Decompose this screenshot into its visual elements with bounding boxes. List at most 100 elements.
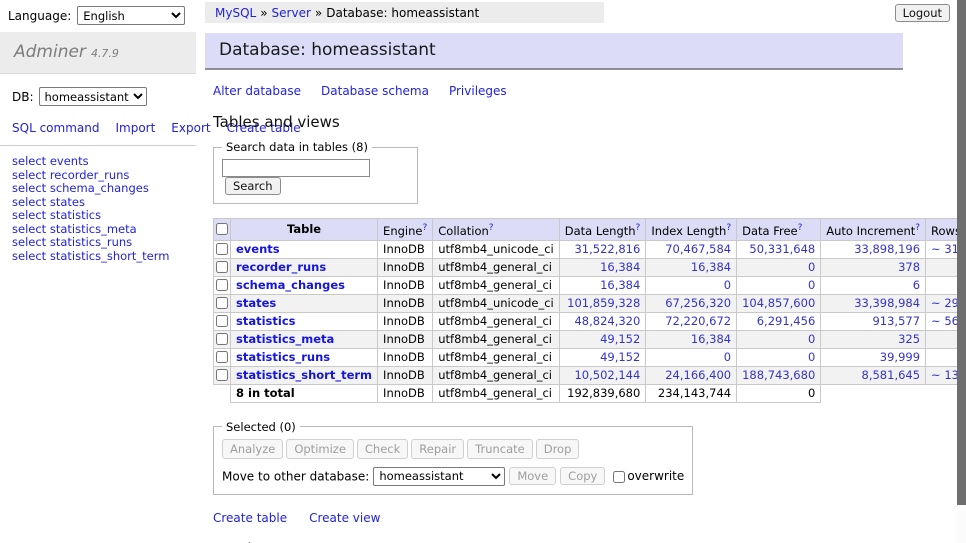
row-checkbox[interactable] xyxy=(216,351,228,363)
data-free-link[interactable]: 0 xyxy=(808,350,815,364)
index-length-link[interactable]: 16,384 xyxy=(691,332,731,346)
row-checkbox[interactable] xyxy=(216,261,228,273)
sidebar-table-link-select-recorder-runs[interactable]: select recorder_runs xyxy=(12,168,129,182)
scrollbar-thumb[interactable] xyxy=(957,0,966,505)
repair-button[interactable]: Repair xyxy=(411,439,464,459)
row-checkbox[interactable] xyxy=(216,333,228,345)
row-checkbox[interactable] xyxy=(216,369,228,381)
index-length-link[interactable]: 72,220,672 xyxy=(665,314,731,328)
table-link-statistics-meta[interactable]: statistics_meta xyxy=(236,332,334,346)
table-link-statistics[interactable]: statistics xyxy=(236,314,296,328)
copy-button[interactable]: Copy xyxy=(560,467,605,485)
data-length-link[interactable]: 16,384 xyxy=(600,278,640,292)
data-length-link[interactable]: 48,824,320 xyxy=(574,314,640,328)
data-free-link[interactable]: 104,857,600 xyxy=(742,296,815,310)
search-button[interactable]: Search xyxy=(225,177,281,195)
data-free-link[interactable]: 6,291,456 xyxy=(757,314,816,328)
table-link-recorder-runs[interactable]: recorder_runs xyxy=(236,260,326,274)
column-help-link[interactable]: ? xyxy=(915,223,920,233)
row-checkbox[interactable] xyxy=(216,243,228,255)
breadcrumb-current: Database: homeassistant xyxy=(326,6,479,20)
index-length-link[interactable]: 70,467,584 xyxy=(665,242,731,256)
row-checkbox[interactable] xyxy=(216,315,228,327)
sidebar-table-link-select-events[interactable]: select events xyxy=(12,154,89,168)
optimize-button[interactable]: Optimize xyxy=(286,439,354,459)
truncate-button[interactable]: Truncate xyxy=(467,439,533,459)
index-length-link[interactable]: 24,166,400 xyxy=(665,368,731,382)
engine-cell: InnoDB xyxy=(378,348,433,366)
column-help-link[interactable]: ? xyxy=(726,223,731,233)
row-checkbox[interactable] xyxy=(216,297,228,309)
vertical-scrollbar[interactable] xyxy=(957,0,966,543)
db-select[interactable]: homeassistant xyxy=(39,87,147,106)
column-help-link[interactable]: ? xyxy=(636,223,641,233)
table-link-events[interactable]: events xyxy=(236,242,280,256)
search-input[interactable] xyxy=(222,159,370,177)
language-select[interactable]: English xyxy=(77,6,185,25)
auto-increment-link[interactable]: 325 xyxy=(898,332,920,346)
move-database-select[interactable]: homeassistant xyxy=(373,467,505,486)
auto-increment-link[interactable]: 33,898,196 xyxy=(854,242,920,256)
move-button[interactable]: Move xyxy=(509,467,556,485)
index-length-cell: 16,384 xyxy=(646,258,737,276)
overwrite-toggle[interactable]: overwrite xyxy=(613,469,684,483)
table-link-statistics-runs[interactable]: statistics_runs xyxy=(236,350,330,364)
data-free-link[interactable]: 0 xyxy=(808,260,815,274)
sidebar-link-sql-command[interactable]: SQL command xyxy=(12,121,99,135)
sidebar-table-link-select-statistics-short-term[interactable]: select statistics_short_term xyxy=(12,249,169,263)
db-nav-link-database-schema[interactable]: Database schema xyxy=(321,84,429,98)
sidebar-table-item: select states xyxy=(12,196,184,210)
engine-cell: InnoDB xyxy=(378,276,433,294)
sidebar-table-link-select-schema-changes[interactable]: select schema_changes xyxy=(12,181,149,195)
app-name: Adminer xyxy=(14,42,86,62)
column-help-link[interactable]: ? xyxy=(489,223,494,233)
data-free-link[interactable]: 188,743,680 xyxy=(742,368,815,382)
auto-increment-link[interactable]: 913,577 xyxy=(872,314,920,328)
auto-increment-link[interactable]: 6 xyxy=(913,278,920,292)
data-free-link[interactable]: 50,331,648 xyxy=(749,242,815,256)
auto-increment-link[interactable]: 33,398,984 xyxy=(854,296,920,310)
data-free-link[interactable]: 0 xyxy=(808,332,815,346)
index-length-link[interactable]: 67,256,320 xyxy=(665,296,731,310)
select-all-checkbox[interactable] xyxy=(216,223,228,235)
auto-increment-link[interactable]: 39,999 xyxy=(880,350,920,364)
data-length-link[interactable]: 49,152 xyxy=(600,332,640,346)
sidebar-table-link-select-statistics-meta[interactable]: select statistics_meta xyxy=(12,222,137,236)
row-checkbox[interactable] xyxy=(216,279,228,291)
index-length-link[interactable]: 0 xyxy=(724,350,731,364)
db-nav-link-privileges[interactable]: Privileges xyxy=(449,84,507,98)
table-link-schema-changes[interactable]: schema_changes xyxy=(236,278,345,292)
table-link-states[interactable]: states xyxy=(236,296,276,310)
data-length-link[interactable]: 16,384 xyxy=(600,260,640,274)
breadcrumb-link-mysql[interactable]: MySQL xyxy=(215,6,256,20)
column-help-link[interactable]: ? xyxy=(422,223,427,233)
auto-increment-link[interactable]: 378 xyxy=(898,260,920,274)
data-free-link[interactable]: 0 xyxy=(808,278,815,292)
analyze-button[interactable]: Analyze xyxy=(222,439,283,459)
column-help-link[interactable]: ? xyxy=(798,223,803,233)
data-length-link[interactable]: 31,522,816 xyxy=(574,242,640,256)
index-length-link[interactable]: 16,384 xyxy=(691,260,731,274)
sidebar-table-item: select statistics_meta xyxy=(12,223,184,237)
breadcrumb-link-server[interactable]: Server xyxy=(272,6,311,20)
data-length-link[interactable]: 49,152 xyxy=(600,350,640,364)
sidebar-table-link-select-statistics-runs[interactable]: select statistics_runs xyxy=(12,235,132,249)
data-length-link[interactable]: 101,859,328 xyxy=(567,296,640,310)
column-label: Data Free xyxy=(742,224,798,238)
link-create-view[interactable]: Create view xyxy=(309,511,380,525)
overwrite-checkbox[interactable] xyxy=(613,471,625,483)
sidebar-table-link-select-states[interactable]: select states xyxy=(12,195,85,209)
link-create-table[interactable]: Create table xyxy=(213,511,287,525)
table-link-statistics-short-term[interactable]: statistics_short_term xyxy=(236,368,372,382)
db-nav-link-alter-database[interactable]: Alter database xyxy=(213,84,301,98)
sidebar-link-import[interactable]: Import xyxy=(115,121,155,135)
check-button[interactable]: Check xyxy=(357,439,408,459)
auto-increment-link[interactable]: 8,581,645 xyxy=(862,368,921,382)
data-length-link[interactable]: 10,502,144 xyxy=(574,368,640,382)
column-header-index-length: Index Length? xyxy=(646,219,737,241)
collation-cell: utf8mb4_general_ci xyxy=(433,276,560,294)
sidebar-table-link-select-statistics[interactable]: select statistics xyxy=(12,208,101,222)
drop-button[interactable]: Drop xyxy=(536,439,580,459)
index-length-link[interactable]: 0 xyxy=(724,278,731,292)
logout-button[interactable]: Logout xyxy=(895,4,950,22)
